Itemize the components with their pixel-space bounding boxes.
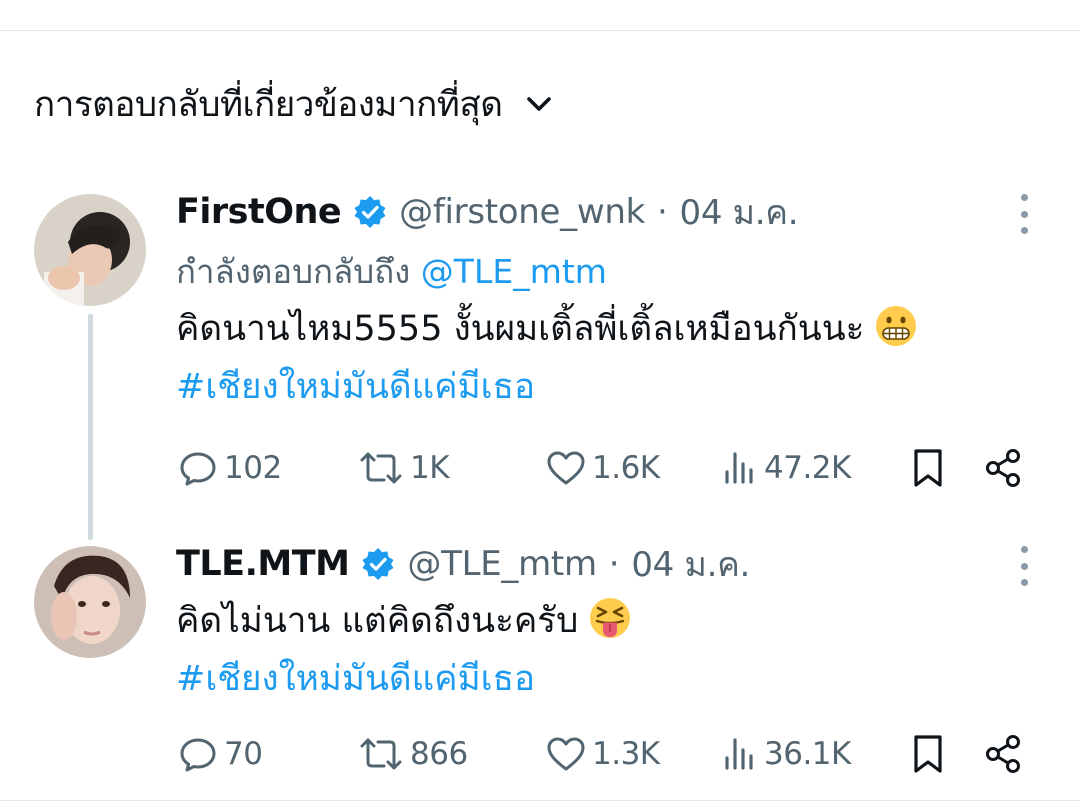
handle[interactable]: @TLE_mtm — [407, 544, 597, 584]
chevron-down-icon — [524, 89, 554, 119]
tweet-text: คิดนานไหม5555 งั้นผมเติ้ลพี่เติ้ลเหมือนก… — [176, 300, 1036, 358]
grimacing-face-emoji-icon — [874, 304, 918, 348]
retweet-count: 1K — [410, 450, 450, 486]
tweet-actions: 70 866 1.3K 36.1K — [176, 726, 1036, 782]
reply-button[interactable]: 102 — [176, 440, 282, 496]
more-options-icon[interactable] — [1012, 546, 1036, 586]
share-icon — [982, 446, 1026, 490]
tweet-actions: 102 1K 1.6K 47.2K — [176, 440, 1036, 496]
reply-button[interactable]: 70 — [176, 726, 263, 782]
squinting-face-with-tongue-emoji-icon — [588, 596, 632, 640]
mention-link[interactable]: @TLE_mtm — [421, 252, 607, 291]
bottom-divider — [0, 800, 1080, 801]
reply-icon — [176, 732, 220, 776]
display-name[interactable]: TLE.MTM — [176, 544, 350, 584]
view-count: 36.1K — [764, 736, 851, 772]
retweet-icon — [356, 732, 406, 776]
reply-icon — [176, 446, 220, 490]
more-options-icon[interactable] — [1012, 194, 1036, 234]
reply-count: 70 — [224, 736, 263, 772]
hashtag-link[interactable]: #เชียงใหม่มันดีแค่มีเธอ — [176, 358, 1036, 416]
retweet-count: 866 — [410, 736, 468, 772]
views-button[interactable]: 47.2K — [720, 440, 851, 496]
timestamp[interactable]: 04 ม.ค. — [680, 185, 799, 239]
verified-badge-icon — [353, 195, 387, 229]
like-button[interactable]: 1.6K — [544, 440, 660, 496]
reply-sort-dropdown[interactable]: การตอบกลับที่เกี่ยวข้องมากที่สุด — [34, 76, 554, 132]
verified-badge-icon — [361, 547, 395, 581]
like-button[interactable]: 1.3K — [544, 726, 660, 782]
tweet-header: FirstOne @firstone_wnk · 04 ม.ค. — [176, 188, 1036, 236]
replying-prefix: กำลังตอบกลับถึง — [176, 252, 411, 291]
handle[interactable]: @firstone_wnk — [399, 192, 645, 232]
retweet-button[interactable]: 866 — [356, 726, 468, 782]
like-count: 1.3K — [592, 736, 660, 772]
separator-dot: · — [608, 544, 620, 584]
analytics-bars-icon — [720, 732, 760, 776]
heart-icon — [544, 732, 588, 776]
tweet-text: คิดไม่นาน แต่คิดถึงนะครับ — [176, 592, 1036, 650]
heart-icon — [544, 446, 588, 490]
analytics-bars-icon — [720, 446, 760, 490]
bookmark-icon — [908, 446, 948, 490]
hashtag-link[interactable]: #เชียงใหม่มันดีแค่มีเธอ — [176, 650, 1036, 708]
views-button[interactable]: 36.1K — [720, 726, 851, 782]
like-count: 1.6K — [592, 450, 660, 486]
bookmark-button[interactable] — [908, 440, 948, 496]
share-button[interactable] — [982, 726, 1026, 782]
reply-tweet[interactable]: TLE.MTM @TLE_mtm · 04 ม.ค. คิดไม่นาน แต่… — [176, 540, 1036, 708]
reply-count: 102 — [224, 450, 282, 486]
share-icon — [982, 732, 1026, 776]
top-divider — [0, 30, 1080, 31]
view-count: 47.2K — [764, 450, 851, 486]
separator-dot: · — [657, 192, 668, 232]
retweet-icon — [356, 446, 406, 490]
avatar[interactable] — [34, 546, 146, 658]
avatar[interactable] — [34, 194, 146, 306]
replying-to: กำลังตอบกลับถึง @TLE_mtm — [176, 248, 1036, 296]
thread-connector-line — [88, 314, 93, 540]
tweet-body: คิดไม่นาน แต่คิดถึงนะครับ — [176, 601, 579, 641]
display-name[interactable]: FirstOne — [176, 192, 342, 232]
bookmark-icon — [908, 732, 948, 776]
bookmark-button[interactable] — [908, 726, 948, 782]
share-button[interactable] — [982, 440, 1026, 496]
timestamp[interactable]: 04 ม.ค. — [631, 537, 750, 591]
reply-tweet[interactable]: FirstOne @firstone_wnk · 04 ม.ค. กำลังตอ… — [176, 188, 1036, 416]
sort-label: การตอบกลับที่เกี่ยวข้องมากที่สุด — [34, 84, 503, 125]
retweet-button[interactable]: 1K — [356, 440, 450, 496]
tweet-body: คิดนานไหม5555 งั้นผมเติ้ลพี่เติ้ลเหมือนก… — [176, 309, 865, 349]
tweet-header: TLE.MTM @TLE_mtm · 04 ม.ค. — [176, 540, 1036, 588]
